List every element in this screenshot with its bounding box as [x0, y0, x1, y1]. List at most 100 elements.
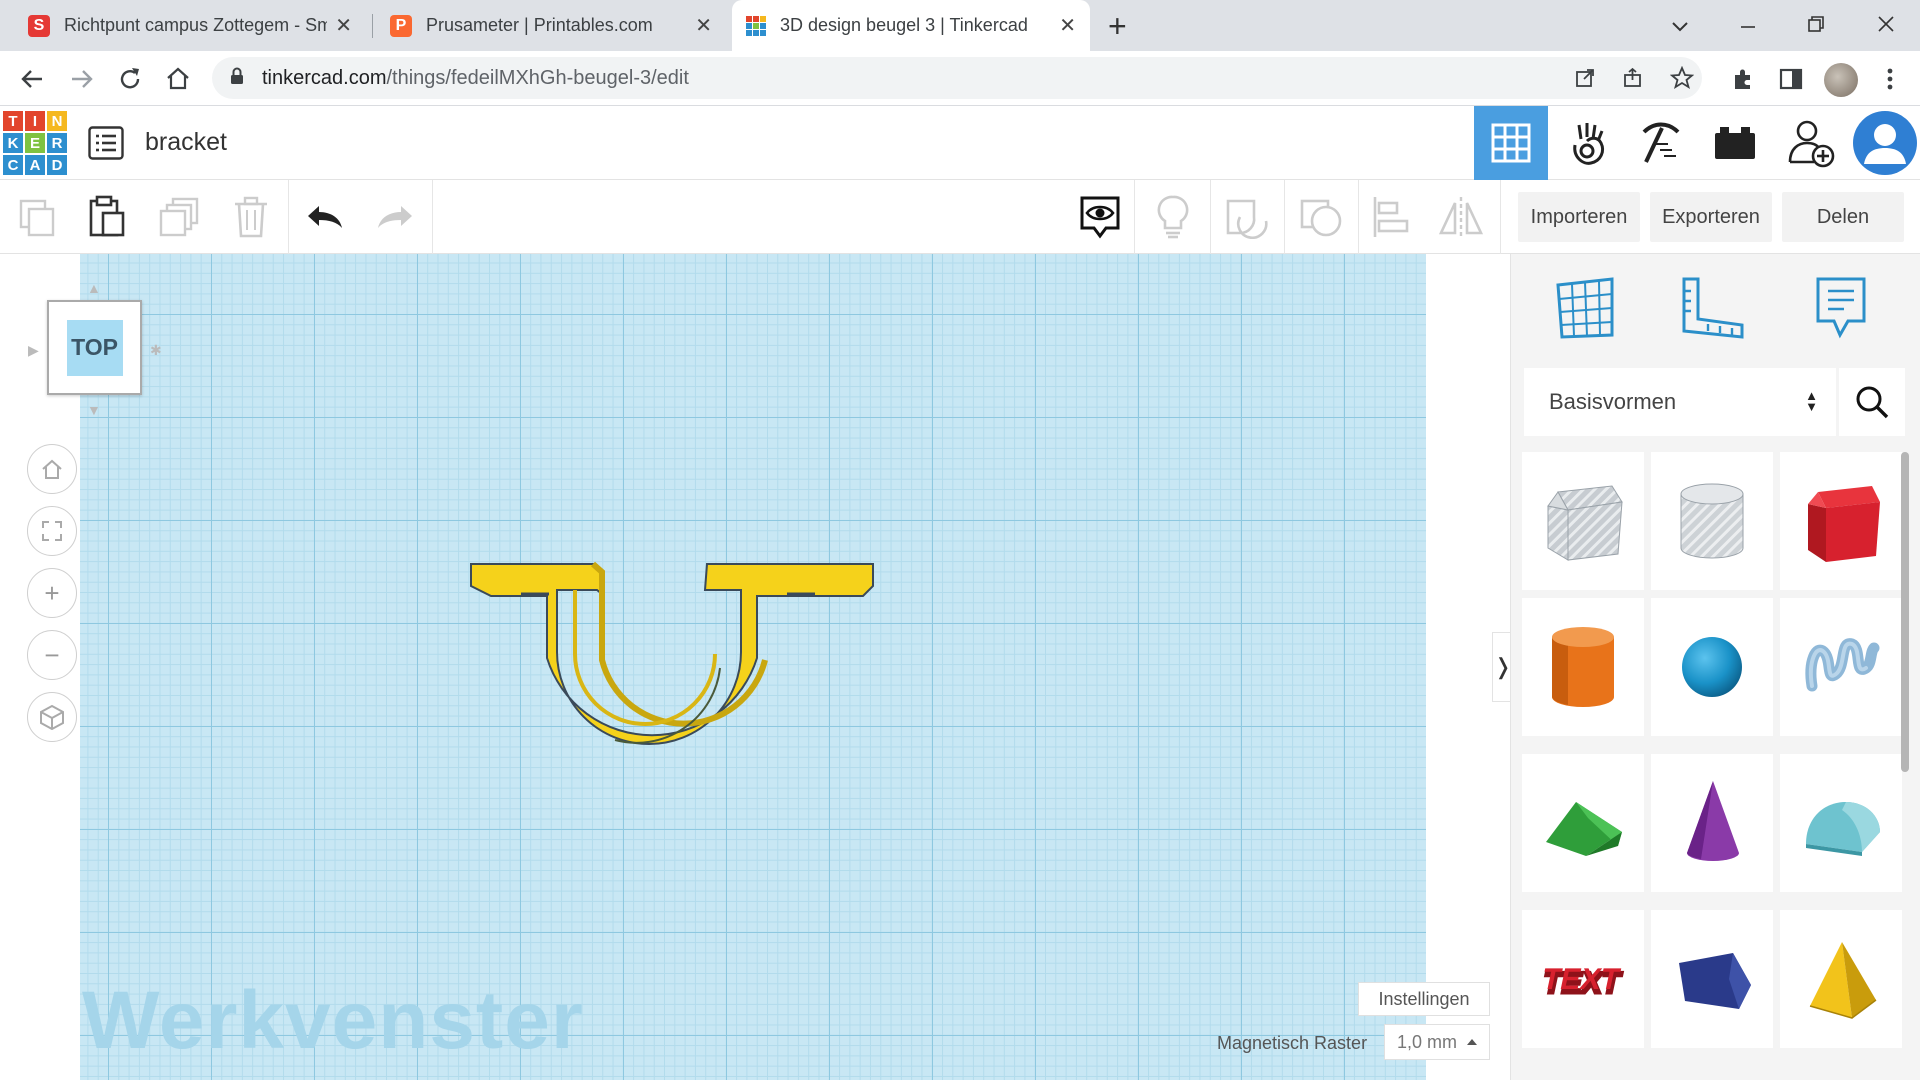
shape-box-hole[interactable]	[1522, 452, 1644, 590]
viewcube-down-arrow-icon[interactable]: ▼	[87, 402, 101, 418]
toolbar-divider	[1284, 180, 1285, 254]
view-cube[interactable]: TOP	[47, 300, 142, 395]
tab-search-chevron-icon[interactable]	[1670, 16, 1690, 36]
logo-letter: R	[47, 133, 67, 153]
perspective-button[interactable]	[27, 692, 77, 742]
snap-grid-select[interactable]: 1,0 mm	[1384, 1024, 1490, 1060]
view-cube-top-face[interactable]: TOP	[66, 319, 123, 376]
design-title[interactable]: bracket	[145, 128, 227, 157]
mirror-button[interactable]	[1436, 192, 1486, 242]
close-tab-icon[interactable]: ✕	[695, 13, 712, 38]
settings-button[interactable]: Instellingen	[1358, 982, 1490, 1016]
shape-roof[interactable]	[1522, 754, 1644, 892]
blue-sphere-icon	[1682, 637, 1742, 697]
shape-sphere[interactable]	[1651, 598, 1773, 736]
redo-button[interactable]	[370, 192, 420, 242]
shape-pyramid[interactable]	[1780, 910, 1902, 1048]
scribble-icon	[1805, 638, 1880, 692]
bookmark-star-icon[interactable]	[1670, 66, 1694, 90]
extensions-puzzle-icon[interactable]	[1730, 66, 1756, 92]
tinkercad-logo[interactable]: T I N K E R C A D	[3, 111, 67, 175]
user-account-button[interactable]	[1848, 106, 1920, 180]
copy-icon	[19, 199, 55, 237]
export-button[interactable]: Exporteren	[1650, 192, 1772, 242]
window-close-icon[interactable]	[1876, 14, 1896, 34]
cylinder-hole-icon	[1680, 483, 1744, 559]
invite-user-button[interactable]	[1774, 106, 1848, 180]
shape-round-roof[interactable]	[1780, 754, 1902, 892]
shape-cylinder[interactable]	[1522, 598, 1644, 736]
minimize-icon[interactable]	[1738, 16, 1758, 36]
duplicate-button[interactable]	[154, 192, 204, 242]
shape-text[interactable]: TEXT TEXT	[1522, 910, 1644, 1048]
close-tab-icon[interactable]: ✕	[1059, 13, 1076, 38]
zoom-out-button[interactable]: −	[27, 630, 77, 680]
url-path: /things/fedeilMXhGh-beugel-3/edit	[386, 66, 689, 89]
browser-tab-tinkercad[interactable]: 3D design beugel 3 | Tinkercad ✕	[732, 0, 1090, 51]
browser-tab-strip: S Richtpunt campus Zottegem - Sm ✕ P Pru…	[0, 0, 1920, 51]
viewcube-right-arrow-icon[interactable]: ✱	[150, 342, 162, 359]
shape-cone[interactable]	[1651, 754, 1773, 892]
forward-arrow-icon[interactable]	[68, 65, 96, 93]
shape-library-select[interactable]: Basisvormen ▲ ▼	[1524, 368, 1836, 436]
profile-avatar[interactable]	[1824, 63, 1858, 97]
undo-button[interactable]	[300, 192, 350, 242]
shape-search-button[interactable]	[1839, 368, 1905, 436]
perspective-cube-icon	[40, 704, 64, 730]
align-button[interactable]	[1366, 192, 1416, 242]
side-panel-icon[interactable]	[1778, 66, 1804, 92]
undo-arrow-icon	[308, 206, 342, 228]
browser-tab-richtpunt[interactable]: S Richtpunt campus Zottegem - Sm ✕	[14, 0, 366, 51]
share-icon[interactable]	[1622, 67, 1644, 89]
viewcube-up-arrow-icon[interactable]: ▲	[87, 280, 101, 296]
home-icon[interactable]	[164, 65, 192, 93]
trash-icon	[235, 196, 267, 238]
blocks-button[interactable]	[1550, 106, 1624, 180]
delete-button[interactable]	[226, 192, 276, 242]
close-tab-icon[interactable]: ✕	[335, 13, 352, 38]
fit-view-button[interactable]	[27, 506, 77, 556]
sim-lab-button[interactable]	[1698, 106, 1772, 180]
ungroup-button[interactable]	[1296, 192, 1346, 242]
toolbar-divider	[1210, 180, 1211, 254]
shape-polygon[interactable]	[1651, 910, 1773, 1048]
notes-visibility-button[interactable]	[1075, 192, 1125, 242]
browser-menu-icon[interactable]	[1884, 66, 1896, 92]
browser-tab-printables[interactable]: P Prusameter | Printables.com ✕	[376, 0, 726, 51]
duplicate-icon	[159, 197, 199, 237]
viewcube-left-arrow-icon[interactable]: ▶	[28, 342, 39, 359]
bricks-button[interactable]	[1624, 106, 1698, 180]
new-tab-icon[interactable]: +	[1108, 8, 1127, 45]
workplane-button[interactable]	[1545, 268, 1625, 348]
ruler-button[interactable]	[1673, 268, 1753, 348]
box-hole-icon	[1547, 485, 1623, 561]
copy-button[interactable]	[12, 192, 62, 242]
lock-icon[interactable]	[230, 67, 244, 85]
3d-design-view-button[interactable]	[1474, 106, 1548, 180]
back-arrow-icon[interactable]	[18, 65, 46, 93]
import-button[interactable]: Importeren	[1518, 192, 1640, 242]
collapse-panel-button[interactable]: ❭	[1492, 632, 1510, 702]
bracket-object[interactable]	[465, 560, 877, 766]
minus-icon: −	[44, 639, 60, 670]
panel-scrollbar[interactable]	[1901, 452, 1909, 772]
shape-scribble[interactable]	[1780, 598, 1902, 736]
home-view-button[interactable]	[27, 444, 77, 494]
restore-icon[interactable]	[1806, 14, 1826, 34]
logo-letter: E	[25, 133, 45, 153]
notes-button[interactable]	[1801, 268, 1881, 348]
shape-box[interactable]	[1780, 452, 1902, 590]
design-list-icon[interactable]	[88, 126, 124, 160]
reload-icon[interactable]	[116, 65, 144, 93]
lightbulb-button[interactable]	[1148, 192, 1198, 242]
toolbar-divider	[288, 180, 289, 254]
shape-cylinder-hole[interactable]	[1651, 452, 1773, 590]
plus-icon: +	[44, 577, 60, 608]
url-bar[interactable]: tinkercad.com/things/fedeilMXhGh-beugel-…	[212, 57, 1702, 99]
shapes-panel: Basisvormen ▲ ▼ TEXT TEXT	[1510, 254, 1920, 1080]
share-button[interactable]: Delen	[1782, 192, 1904, 242]
paste-button[interactable]	[82, 192, 132, 242]
open-in-app-icon[interactable]	[1574, 67, 1596, 89]
zoom-in-button[interactable]: +	[27, 568, 77, 618]
group-button[interactable]	[1222, 192, 1272, 242]
